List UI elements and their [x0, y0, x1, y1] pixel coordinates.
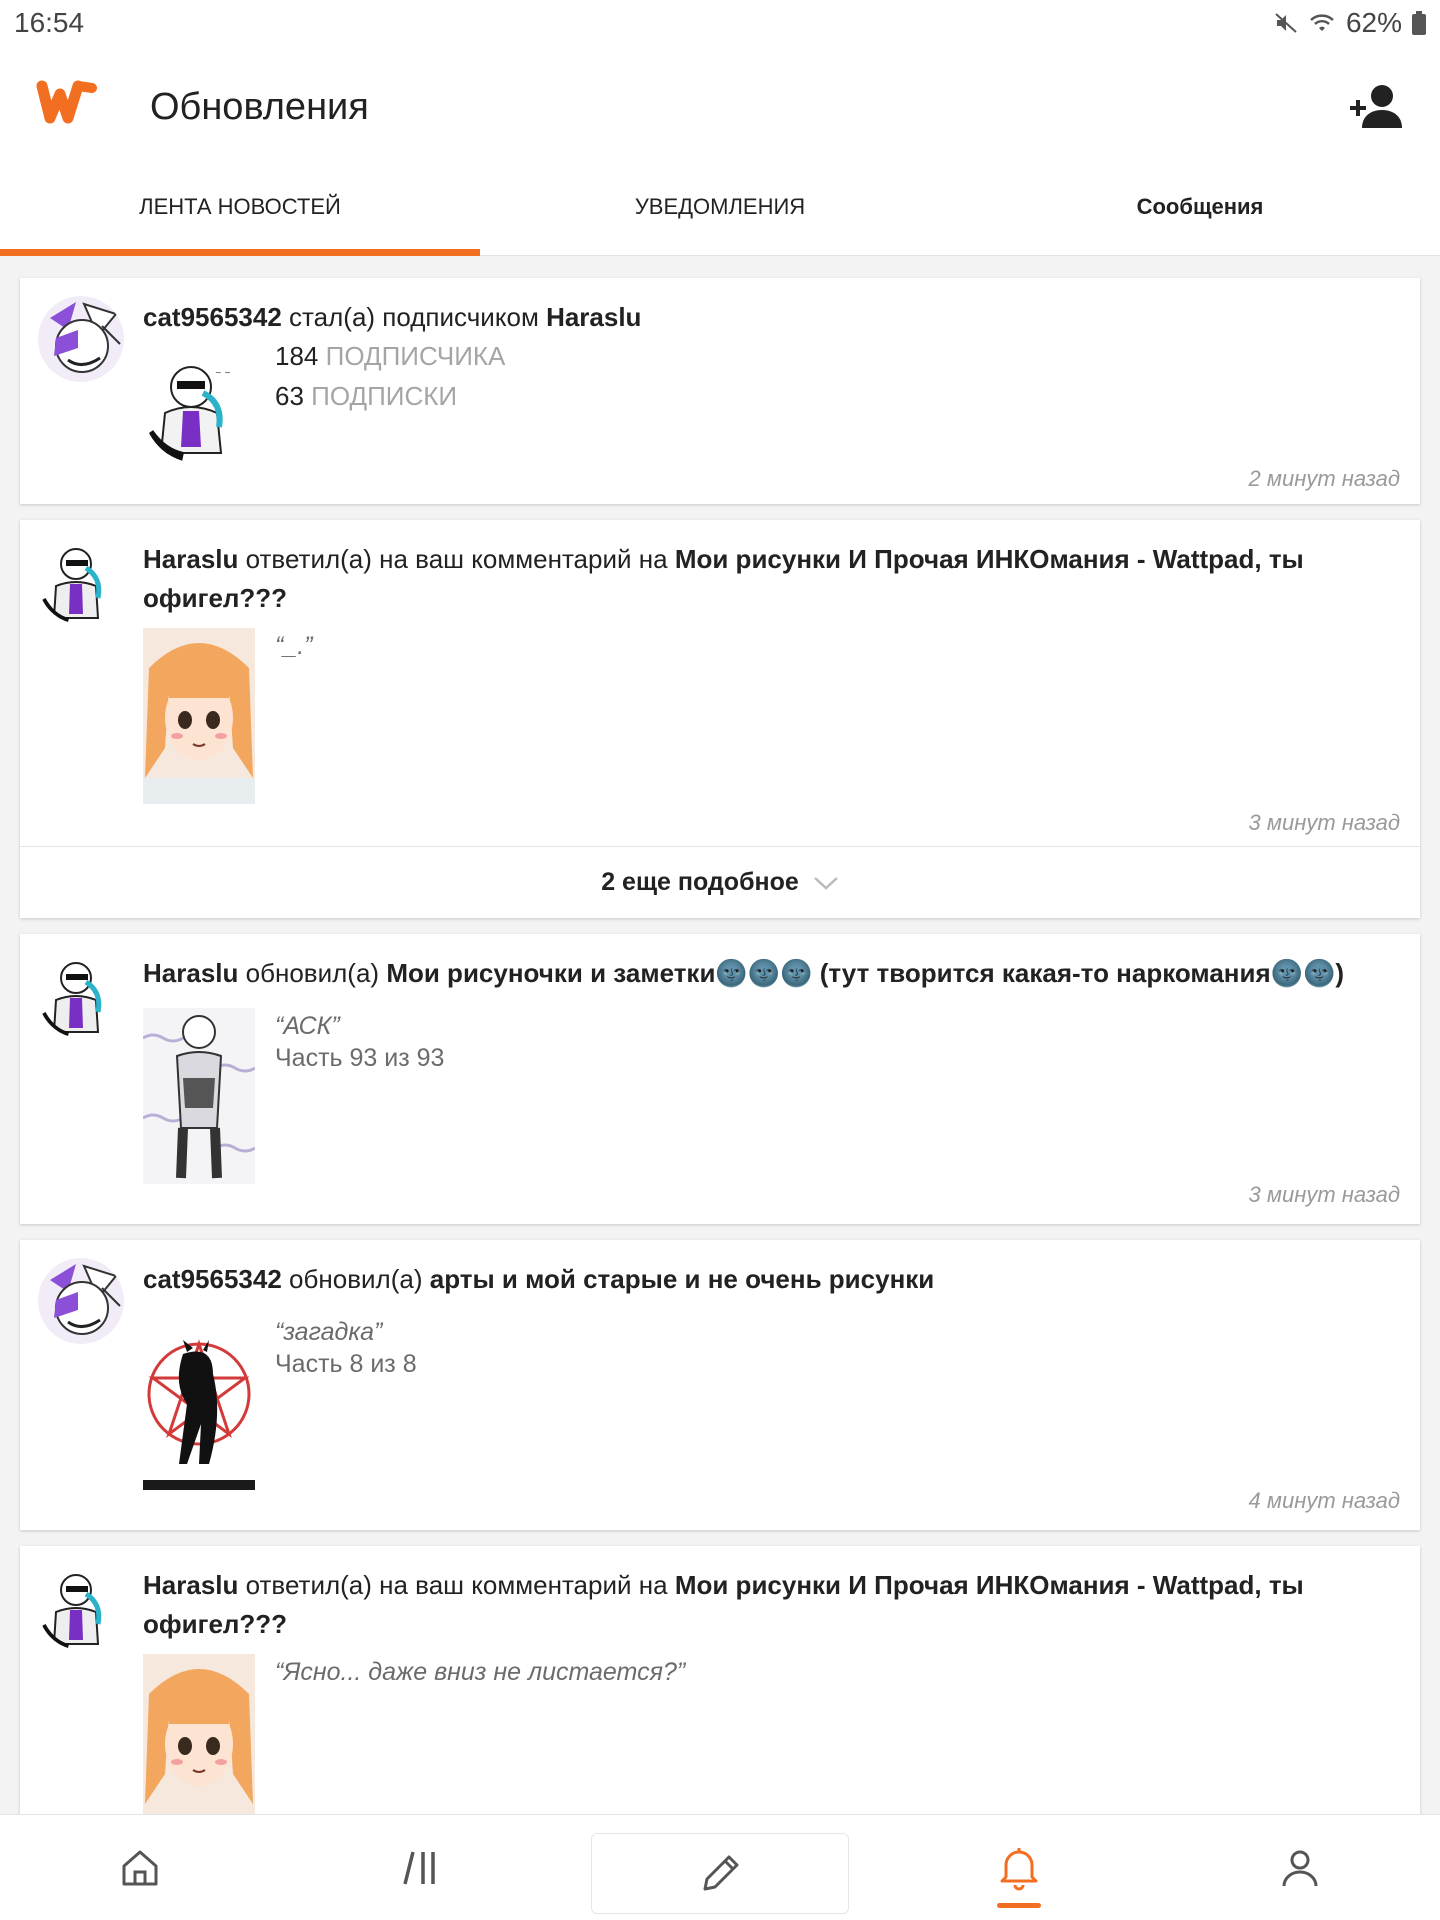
- part-count: Часть 8 из 8: [275, 1350, 417, 1378]
- avatar[interactable]: [38, 1258, 124, 1344]
- app-screen: 16:54 62% Обновления ЛЕНТА НОВОСТЕЙ УВЕД…: [0, 0, 1440, 1920]
- avatar[interactable]: [38, 538, 124, 624]
- action-text: ответил(а) на ваш комментарий на: [245, 544, 668, 574]
- timestamp: 3 минут назад: [1248, 810, 1400, 835]
- pencil-icon: [703, 1855, 739, 1890]
- following-count: 63: [275, 381, 304, 411]
- svg-text:~ ~: ~ ~: [215, 368, 231, 377]
- feed-headline: cat9565342 стал(а) подписчиком Haraslu: [143, 298, 1373, 337]
- story-cover[interactable]: [143, 1008, 255, 1184]
- target-link[interactable]: Мои рисуночки и заметки🌚🌚🌚 (тут творится…: [386, 958, 1344, 988]
- user-link[interactable]: Haraslu: [143, 1570, 238, 1600]
- feed-headline: Haraslu обновил(а) Мои рисуночки и замет…: [143, 954, 1373, 993]
- action-text: стал(а) подписчиком: [289, 302, 539, 332]
- timestamp: 2 минут назад: [1248, 466, 1400, 491]
- action-text: обновил(а): [289, 1264, 423, 1294]
- story-cover[interactable]: [143, 1654, 255, 1814]
- bell-icon: [1000, 1847, 1038, 1890]
- user-avatar-image: [38, 296, 124, 382]
- tab-bar: ЛЕНТА НОВОСТЕЙ УВЕДОМЛЕНИЯ Сообщения: [0, 166, 1440, 256]
- avatar[interactable]: [38, 952, 124, 1038]
- status-bar: 16:54 62%: [0, 0, 1440, 46]
- part-count: Часть 93 из 93: [275, 1044, 445, 1072]
- wifi-icon: [1310, 14, 1334, 31]
- page-title: Обновления: [150, 86, 369, 128]
- follow-stats: 184 ПОДПИСЧИКА 63 ПОДПИСКИ: [275, 336, 505, 416]
- user-link[interactable]: cat9565342: [143, 302, 282, 332]
- tab-news-feed[interactable]: ЛЕНТА НОВОСТЕЙ: [0, 166, 480, 256]
- feed-headline: Haraslu ответил(а) на ваш комментарий на…: [143, 540, 1373, 618]
- followers-count: 184: [275, 341, 319, 371]
- feed-card[interactable]: Haraslu ответил(а) на ваш комментарий на…: [20, 1546, 1420, 1814]
- followed-user-avatar[interactable]: ~ ~: [143, 353, 253, 463]
- show-more-button[interactable]: 2 еще подобное: [20, 846, 1420, 918]
- followers-stat: 184 ПОДПИСЧИКА: [275, 336, 505, 376]
- status-time: 16:54: [14, 7, 85, 38]
- nav-library-button[interactable]: [281, 1815, 562, 1920]
- nav-home-button[interactable]: [0, 1815, 281, 1920]
- add-user-icon[interactable]: [1348, 82, 1404, 130]
- target-link[interactable]: Haraslu: [546, 302, 641, 332]
- user-link[interactable]: Haraslu: [143, 544, 238, 574]
- user-link[interactable]: Haraslu: [143, 958, 238, 988]
- timestamp: 4 минут назад: [1248, 1488, 1400, 1513]
- profile-icon: [1282, 1850, 1318, 1886]
- feed-card[interactable]: cat9565342 обновил(а) арты и мой старые …: [20, 1240, 1420, 1530]
- followers-label[interactable]: ПОДПИСЧИКА: [326, 341, 506, 371]
- timestamp: 3 минут назад: [1248, 1182, 1400, 1207]
- user-link[interactable]: cat9565342: [143, 1264, 282, 1294]
- nav-notifications-button[interactable]: [879, 1815, 1160, 1920]
- action-text: обновил(а): [245, 958, 380, 988]
- following-stat: 63 ПОДПИСКИ: [275, 376, 505, 416]
- feed-card[interactable]: Haraslu обновил(а) Мои рисуночки и замет…: [20, 934, 1420, 1224]
- comment-quote: “Ясно... даже вниз не листается?”: [275, 1658, 686, 1686]
- tab-notifications[interactable]: УВЕДОМЛЕНИЯ: [480, 166, 960, 255]
- part-title: “загадка”: [275, 1318, 383, 1346]
- battery-percent: 62%: [1345, 7, 1402, 38]
- wattpad-logo-icon: [36, 80, 97, 124]
- comment-quote: “_.”: [275, 632, 313, 660]
- bottom-navigation: [0, 1814, 1440, 1920]
- tab-messages[interactable]: Сообщения: [960, 166, 1440, 255]
- user-avatar-image: [38, 952, 124, 1038]
- user-avatar-image: [38, 1258, 124, 1344]
- home-icon: [122, 1850, 158, 1885]
- target-link[interactable]: арты и мой старые и не очень рисунки: [430, 1264, 935, 1294]
- nav-write-button[interactable]: [591, 1833, 849, 1914]
- feed-card[interactable]: Haraslu ответил(а) на ваш комментарий на…: [20, 520, 1420, 918]
- feed-card[interactable]: cat9565342 стал(а) подписчиком Haraslu ~…: [20, 278, 1420, 504]
- following-label[interactable]: ПОДПИСКИ: [311, 381, 457, 411]
- mute-icon: [1275, 13, 1297, 33]
- action-text: ответил(а) на ваш комментарий на: [245, 1570, 668, 1600]
- user-avatar-image: [38, 538, 124, 624]
- user-avatar-image: [38, 1564, 124, 1650]
- avatar[interactable]: [38, 1564, 124, 1650]
- part-title: “АСК”: [275, 1012, 340, 1040]
- library-icon: [403, 1851, 435, 1884]
- avatar[interactable]: [38, 296, 124, 382]
- feed-headline: cat9565342 обновил(а) арты и мой старые …: [143, 1260, 1373, 1299]
- app-bar: Обновления: [0, 46, 1440, 166]
- story-cover[interactable]: [143, 1314, 255, 1490]
- battery-icon: [1412, 11, 1426, 35]
- show-more-label: 2 еще подобное: [601, 868, 799, 896]
- status-icons: 62%: [1274, 7, 1426, 39]
- nav-profile-button[interactable]: [1160, 1815, 1440, 1920]
- news-feed: cat9565342 стал(а) подписчиком Haraslu ~…: [0, 274, 1440, 1814]
- story-cover[interactable]: [143, 628, 255, 804]
- chevron-down-icon: [813, 876, 838, 890]
- feed-headline: Haraslu ответил(а) на ваш комментарий на…: [143, 1566, 1373, 1644]
